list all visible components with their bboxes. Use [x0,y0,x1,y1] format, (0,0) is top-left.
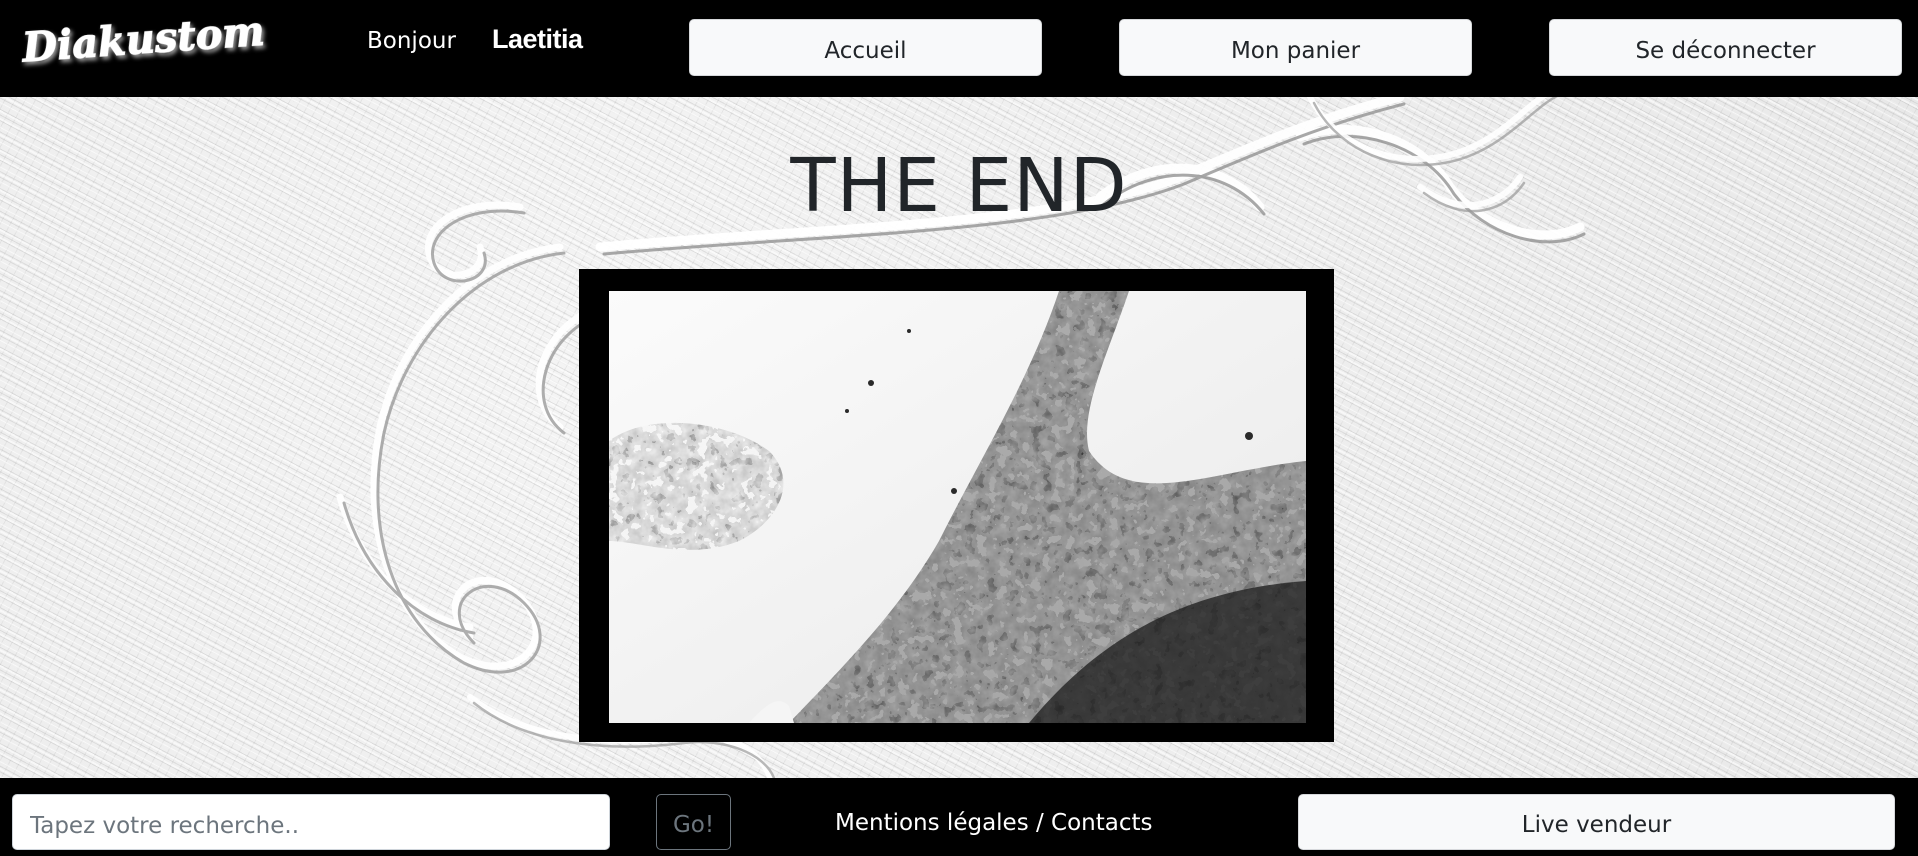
search-go-button[interactable]: Go! [656,794,731,850]
top-navbar: Diakustom Bonjour Laetitia Accueil Mon p… [0,0,1918,97]
greeting-text: Bonjour [367,28,456,54]
live-seller-button[interactable]: Live vendeur [1298,794,1895,850]
cart-button[interactable]: Mon panier [1119,19,1472,76]
the-end-image [609,291,1306,723]
search-input[interactable] [12,794,610,850]
legal-contacts-link[interactable]: Mentions légales / Contacts [835,810,1153,836]
diakustom-logo[interactable]: Diakustom [18,8,298,70]
username-text: Laetitia [492,24,583,54]
bottom-bar: Go! Mentions légales / Contacts Live ven… [0,778,1918,856]
home-button[interactable]: Accueil [689,19,1042,76]
logo-text: Diakustom [20,8,266,70]
main-content: THE END [0,97,1918,778]
image-frame [579,269,1334,742]
page-title: THE END [790,143,1128,229]
logout-button[interactable]: Se déconnecter [1549,19,1902,76]
